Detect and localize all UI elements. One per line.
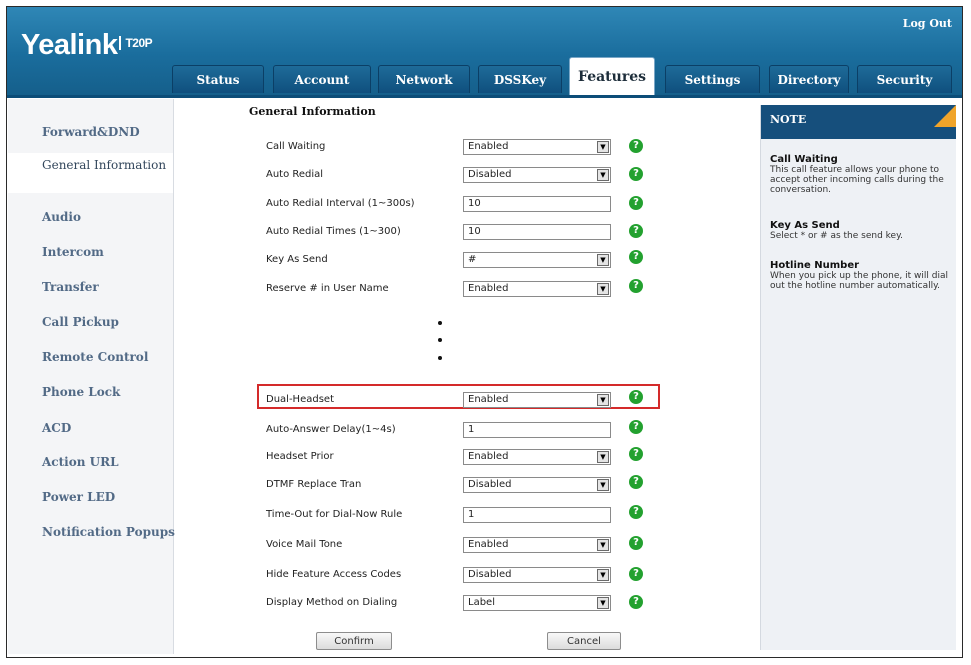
voice-mail-tone-select[interactable]: Enabled ▼ (463, 537, 611, 553)
label-voice-mail-tone: Voice Mail Tone (266, 539, 343, 550)
label-call-waiting: Call Waiting (266, 141, 326, 152)
sidebar-item-transfer[interactable]: Transfer (42, 280, 99, 294)
label-dual-headset: Dual-Headset (266, 394, 334, 405)
tab-security[interactable]: Security (857, 65, 952, 93)
label-time-out-dial-now: Time-Out for Dial-Now Rule (266, 509, 403, 520)
tab-directory[interactable]: Directory (769, 65, 849, 93)
help-icon[interactable]: ? (629, 167, 643, 181)
label-auto-redial: Auto Redial (266, 169, 324, 180)
auto-redial-interval-input[interactable]: 10 (463, 196, 611, 212)
chevron-down-icon: ▼ (597, 254, 609, 266)
help-icon[interactable]: ? (629, 196, 643, 210)
reserve-hash-select[interactable]: Enabled ▼ (463, 281, 611, 297)
dual-headset-select[interactable]: Enabled ▼ (463, 392, 611, 408)
label-hide-feature-access-codes: Hide Feature Access Codes (266, 569, 402, 580)
label-auto-redial-times: Auto Redial Times (1~300) (266, 226, 401, 237)
help-icon[interactable]: ? (629, 536, 643, 550)
chevron-down-icon: ▼ (597, 451, 609, 463)
confirm-button[interactable]: Confirm (316, 632, 392, 650)
help-icon[interactable]: ? (629, 447, 643, 461)
tab-network[interactable]: Network (378, 65, 470, 93)
note-key-as-send: Key As Send Select * or # as the send key… (770, 220, 903, 241)
help-icon[interactable]: ? (629, 279, 643, 293)
label-display-method-dialing: Display Method on Dialing (266, 597, 398, 608)
section-title: General Information (249, 105, 376, 118)
tab-dsskey[interactable]: DSSKey (478, 65, 562, 93)
dtmf-replace-tran-select[interactable]: Disabled ▼ (463, 477, 611, 493)
time-out-dial-now-input[interactable]: 1 (463, 507, 611, 523)
sidebar-item-general-information[interactable]: General Information (8, 153, 173, 193)
tab-settings[interactable]: Settings (665, 65, 760, 93)
label-headset-prior: Headset Prior (266, 451, 334, 462)
note-call-waiting: Call Waiting This call feature allows you… (770, 154, 944, 195)
chevron-down-icon: ▼ (597, 283, 609, 295)
help-icon[interactable]: ? (629, 250, 643, 264)
header-bar: Yealink T20P Log Out Status Account Netwo… (7, 7, 962, 98)
tab-account[interactable]: Account (273, 65, 371, 93)
note-corner-flag (934, 105, 956, 127)
chevron-down-icon: ▼ (597, 141, 609, 153)
hide-feature-access-codes-select[interactable]: Disabled ▼ (463, 567, 611, 583)
sidebar-item-acd[interactable]: ACD (42, 421, 71, 435)
note-panel: NOTE Call Waiting This call feature allow… (760, 105, 956, 650)
display-method-dialing-select[interactable]: Label ▼ (463, 595, 611, 611)
sidebar-item-intercom[interactable]: Intercom (42, 245, 104, 259)
sidebar-item-forward-dnd[interactable]: Forward&DND (42, 125, 140, 139)
label-auto-answer-delay: Auto-Answer Delay(1~4s) (266, 424, 396, 435)
key-as-send-select[interactable]: # ▼ (463, 252, 611, 268)
help-icon[interactable]: ? (629, 505, 643, 519)
help-icon[interactable]: ? (629, 224, 643, 238)
chevron-down-icon: ▼ (597, 394, 609, 406)
sidebar-item-power-led[interactable]: Power LED (42, 490, 115, 504)
sidebar-item-remote-control[interactable]: Remote Control (42, 350, 148, 364)
call-waiting-select[interactable]: Enabled ▼ (463, 139, 611, 155)
chevron-down-icon: ▼ (597, 539, 609, 551)
yealink-logo: Yealink T20P (21, 29, 153, 61)
ellipsis-dot (438, 338, 442, 342)
sidebar-item-call-pickup[interactable]: Call Pickup (42, 315, 119, 329)
sidebar-item-audio[interactable]: Audio (42, 210, 81, 224)
cancel-button[interactable]: Cancel (547, 632, 621, 650)
help-icon[interactable]: ? (629, 475, 643, 489)
help-icon[interactable]: ? (629, 390, 643, 404)
help-icon[interactable]: ? (629, 420, 643, 434)
note-hotline-number: Hotline Number When you pick up the phone… (770, 260, 948, 291)
label-dtmf-replace-tran: DTMF Replace Tran (266, 479, 362, 490)
note-title: NOTE (761, 105, 956, 139)
chevron-down-icon: ▼ (597, 169, 609, 181)
ellipsis-dot (438, 356, 442, 360)
help-icon[interactable]: ? (629, 567, 643, 581)
chevron-down-icon: ▼ (597, 479, 609, 491)
ellipsis-dot (438, 321, 442, 325)
auto-redial-times-input[interactable]: 10 (463, 224, 611, 240)
sidebar-item-phone-lock[interactable]: Phone Lock (42, 385, 120, 399)
chevron-down-icon: ▼ (597, 597, 609, 609)
auto-redial-select[interactable]: Disabled ▼ (463, 167, 611, 183)
label-reserve-hash: Reserve # in User Name (266, 283, 389, 294)
help-icon[interactable]: ? (629, 139, 643, 153)
chevron-down-icon: ▼ (597, 569, 609, 581)
tab-status[interactable]: Status (172, 65, 264, 93)
headset-prior-select[interactable]: Enabled ▼ (463, 449, 611, 465)
tab-features[interactable]: Features (569, 57, 655, 95)
sidebar-item-action-url[interactable]: Action URL (42, 455, 119, 469)
auto-answer-delay-input[interactable]: 1 (463, 422, 611, 438)
sidebar-item-notification-popups[interactable]: Notification Popups (42, 525, 175, 539)
label-auto-redial-interval: Auto Redial Interval (1~300s) (266, 198, 415, 209)
sidebar: Forward&DND General Information Audio In… (8, 99, 175, 654)
label-key-as-send: Key As Send (266, 254, 328, 265)
logout-link[interactable]: Log Out (903, 17, 952, 30)
help-icon[interactable]: ? (629, 595, 643, 609)
